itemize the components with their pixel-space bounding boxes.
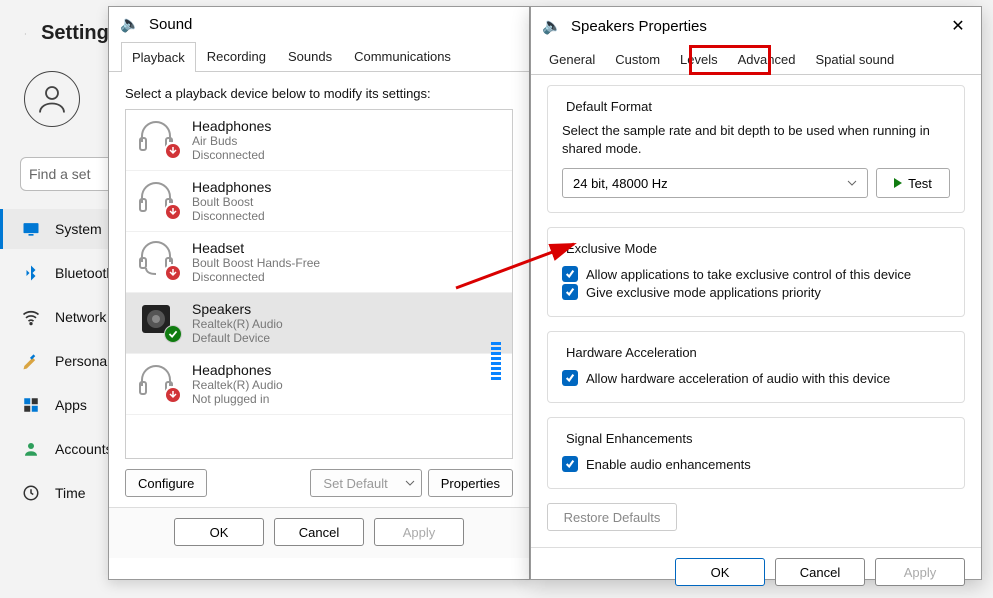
apps-icon: [21, 395, 41, 415]
sidebar-item-apps[interactable]: Apps: [0, 385, 120, 425]
headphones-icon: [136, 240, 180, 280]
settings-nav: SystemBluetoothNetworkPersonalizationApp…: [0, 209, 120, 513]
download-badge-icon: [164, 142, 182, 160]
headphones-icon: [136, 362, 180, 402]
sidebar-item-time[interactable]: Time: [0, 473, 120, 513]
person-icon: [21, 439, 41, 459]
exclusive-mode-group: Exclusive Mode Allow applications to tak…: [547, 227, 965, 317]
playback-device-list: HeadphonesAir BudsDisconnectedHeadphones…: [125, 109, 513, 459]
props-tabs: GeneralCustomLevelsAdvancedSpatial sound: [531, 45, 981, 75]
tab-playback[interactable]: Playback: [121, 42, 196, 72]
speakers-properties-window: 🔈 Speakers Properties ✕ GeneralCustomLev…: [530, 6, 982, 580]
test-button[interactable]: Test: [876, 168, 950, 198]
props-dialog-buttons: OK Cancel Apply: [531, 547, 981, 598]
download-badge-icon: [164, 203, 182, 221]
set-default-button[interactable]: Set Default: [310, 469, 399, 497]
cancel-button[interactable]: Cancel: [775, 558, 865, 586]
audio-enhancements-checkbox[interactable]: Enable audio enhancements: [562, 456, 950, 472]
monitor-icon: [21, 219, 41, 239]
exclusive-priority-checkbox[interactable]: Give exclusive mode applications priorit…: [562, 284, 950, 300]
sidebar-item-network[interactable]: Network: [0, 297, 120, 337]
props-title: Speakers Properties: [571, 18, 707, 35]
signal-enhancements-group: Signal Enhancements Enable audio enhance…: [547, 417, 965, 489]
clock-icon: [21, 483, 41, 503]
brush-icon: [21, 351, 41, 371]
restore-defaults-button[interactable]: Restore Defaults: [547, 503, 677, 531]
default-format-group: Default Format Select the sample rate an…: [547, 85, 965, 213]
properties-button[interactable]: Properties: [428, 469, 513, 497]
download-badge-icon: [164, 264, 182, 282]
sidebar-item-personalization[interactable]: Personalization: [0, 341, 120, 381]
hardware-accel-group: Hardware Acceleration Allow hardware acc…: [547, 331, 965, 403]
apply-button[interactable]: Apply: [374, 518, 464, 546]
configure-button[interactable]: Configure: [125, 469, 207, 497]
wifi-icon: [21, 307, 41, 327]
tab-communications[interactable]: Communications: [343, 41, 462, 71]
sound-dialog-buttons: OK Cancel Apply: [109, 507, 529, 558]
play-icon: [894, 178, 902, 188]
hw-accel-checkbox[interactable]: Allow hardware acceleration of audio wit…: [562, 370, 950, 386]
sidebar-item-system[interactable]: System: [0, 209, 120, 249]
chevron-down-icon: [847, 180, 857, 186]
tab-advanced[interactable]: Advanced: [728, 45, 806, 74]
headphones-icon: [136, 179, 180, 219]
sound-instruction: Select a playback device below to modify…: [109, 72, 529, 109]
speaker-icon: [136, 301, 180, 341]
tab-sounds[interactable]: Sounds: [277, 41, 343, 71]
search-input[interactable]: Find a set: [20, 157, 120, 191]
sidebar-item-bluetooth[interactable]: Bluetooth: [0, 253, 120, 293]
avatar[interactable]: [24, 71, 80, 127]
speaker-icon: 🔈: [121, 15, 139, 33]
tab-recording[interactable]: Recording: [196, 41, 277, 71]
cancel-button[interactable]: Cancel: [274, 518, 364, 546]
download-badge-icon: [164, 386, 182, 404]
speaker-icon: 🔈: [543, 17, 561, 35]
device-headset-2[interactable]: HeadsetBoult Boost Hands-FreeDisconnecte…: [126, 232, 512, 293]
back-icon[interactable]: [24, 25, 27, 43]
headphones-icon: [136, 118, 180, 158]
set-default-group[interactable]: Set Default: [310, 469, 421, 497]
props-body: Default Format Select the sample rate an…: [531, 75, 981, 547]
ok-button[interactable]: OK: [675, 558, 765, 586]
device-speakers-3[interactable]: SpeakersRealtek(R) AudioDefault Device: [126, 293, 512, 354]
tab-spatial-sound[interactable]: Spatial sound: [805, 45, 904, 74]
device-headphones-1[interactable]: HeadphonesBoult BoostDisconnected: [126, 171, 512, 232]
sample-rate-select[interactable]: 24 bit, 48000 Hz: [562, 168, 868, 198]
ok-button[interactable]: OK: [174, 518, 264, 546]
bt-icon: [21, 263, 41, 283]
chevron-down-icon[interactable]: [400, 469, 422, 497]
exclusive-control-checkbox[interactable]: Allow applications to take exclusive con…: [562, 266, 950, 282]
sidebar-item-accounts[interactable]: Accounts: [0, 429, 120, 469]
sound-window-title: 🔈 Sound: [109, 7, 529, 41]
apply-button[interactable]: Apply: [875, 558, 965, 586]
close-button[interactable]: ✕: [947, 15, 969, 37]
tab-levels[interactable]: Levels: [670, 45, 728, 74]
level-meter: [491, 342, 501, 386]
settings-sidebar: Settings Find a set SystemBluetoothNetwo…: [0, 0, 120, 587]
sound-action-row: Configure Set Default Properties: [109, 459, 529, 507]
sound-window: 🔈 Sound PlaybackRecordingSoundsCommunica…: [108, 6, 530, 580]
tab-general[interactable]: General: [539, 45, 605, 74]
tab-custom[interactable]: Custom: [605, 45, 670, 74]
device-headphones-0[interactable]: HeadphonesAir BudsDisconnected: [126, 110, 512, 171]
check-badge-icon: [164, 325, 182, 343]
device-headphones-4[interactable]: HeadphonesRealtek(R) AudioNot plugged in: [126, 354, 512, 415]
sound-tabs: PlaybackRecordingSoundsCommunications: [109, 41, 529, 72]
